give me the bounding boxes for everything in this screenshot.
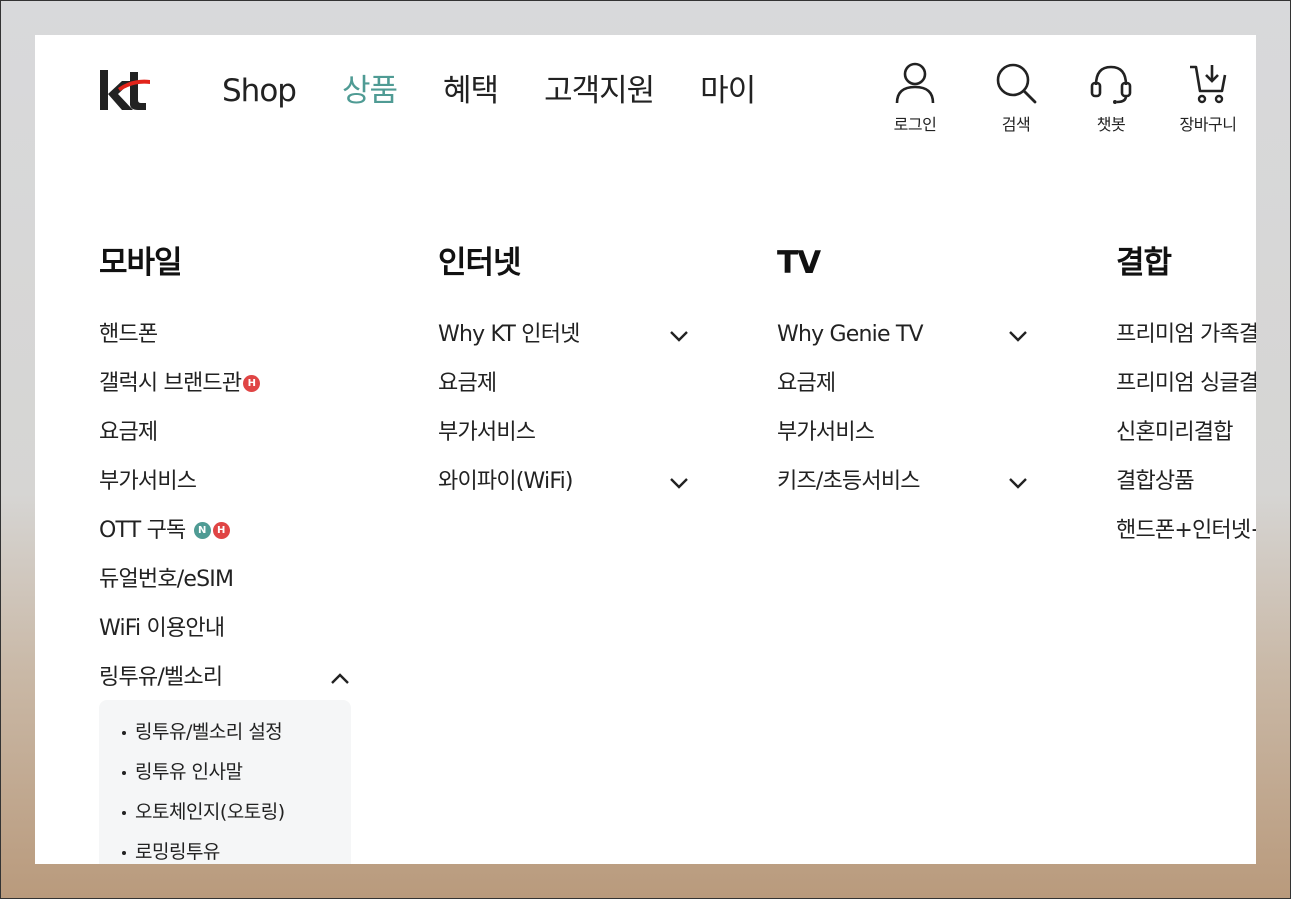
column-title-bundle: 결합 — [1116, 245, 1172, 281]
chevron-down-icon[interactable] — [668, 325, 690, 347]
menu-item-internet-addons[interactable]: 부가서비스 — [438, 417, 690, 466]
menu-item-label: 요금제 — [777, 371, 836, 396]
menu-item-premium-single[interactable]: 프리미엄 싱글결합 — [1116, 368, 1256, 417]
submenu-item[interactable]: 로밍링투유 — [99, 832, 351, 864]
menu-item-newlywed-bundle[interactable]: 신혼미리결합 — [1116, 417, 1256, 466]
menu-item-label: 부가서비스 — [99, 469, 197, 494]
menu-item-label: 갤럭시 브랜드관 — [99, 371, 242, 396]
menu-item-premium-family[interactable]: 프리미엄 가족결합 — [1116, 319, 1256, 368]
chevron-down-icon[interactable] — [1007, 325, 1029, 347]
menu-column-internet: 인터넷 Why KT 인터넷 요금제 부가서비스 와이파이(WiFi) — [438, 243, 690, 515]
menu-item-label: Why Genie TV — [777, 322, 924, 347]
menu-item-label: 핸드폰 — [99, 322, 158, 347]
chevron-down-icon[interactable] — [1007, 472, 1029, 494]
menu-item-internet-plans[interactable]: 요금제 — [438, 368, 690, 417]
user-icon — [895, 62, 935, 104]
menu-item-label: 결합상품 — [1116, 469, 1195, 494]
menu-item-ott[interactable]: OTT 구독 NH — [99, 515, 351, 564]
column-title-tv: TV — [777, 245, 821, 281]
menu-item-label: WiFi 이용안내 — [99, 616, 225, 641]
menu-item-label: 링투유/벨소리 — [99, 665, 223, 690]
cart-icon — [1190, 65, 1227, 104]
gnb-products[interactable]: 상품 — [342, 71, 398, 111]
menu-column-tv: TV Why Genie TV 요금제 부가서비스 키즈/초등서비스 — [777, 243, 1029, 515]
menu-item-label: 프리미엄 가족결합 — [1116, 322, 1256, 347]
menu-item-label: Why KT 인터넷 — [438, 322, 580, 347]
cart-button[interactable]: 장바구니 — [1168, 61, 1248, 135]
column-title-mobile: 모바일 — [99, 245, 183, 281]
menu-item-wifi-guide[interactable]: WiFi 이용안내 — [99, 613, 351, 662]
menu-item-label: 듀얼번호/eSIM — [99, 567, 234, 592]
login-button[interactable]: 로그인 — [875, 61, 955, 135]
search-label: 검색 — [1001, 115, 1031, 134]
menu-item-phone[interactable]: 핸드폰 — [99, 319, 351, 368]
menu-item-label: OTT 구독 — [99, 518, 186, 543]
kt-logo[interactable] — [98, 68, 150, 112]
hot-badge: H — [243, 375, 261, 392]
menu-item-plans[interactable]: 요금제 — [99, 417, 351, 466]
chevron-down-icon[interactable] — [668, 472, 690, 494]
menu-item-label: 신혼미리결합 — [1116, 420, 1233, 445]
new-badge: N — [193, 522, 211, 539]
menu-column-mobile: 모바일 핸드폰 갤럭시 브랜드관 H 요금제 부가서비스 OTT 구독 NH 듀얼… — [99, 243, 351, 711]
menu-item-kids-service[interactable]: 키즈/초등서비스 — [777, 466, 1029, 515]
global-nav: Shop 상품 혜택 고객지원 마이 — [222, 71, 801, 111]
menu-item-label: 프리미엄 싱글결합 — [1116, 371, 1256, 396]
gnb-support[interactable]: 고객지원 — [544, 71, 655, 111]
headset-icon — [1090, 65, 1132, 104]
chatbot-label: 챗봇 — [1096, 115, 1126, 134]
search-button[interactable]: 검색 — [976, 61, 1056, 135]
gnb-benefits[interactable]: 혜택 — [443, 71, 499, 111]
chevron-up-icon[interactable] — [329, 668, 351, 690]
menu-item-why-genie-tv[interactable]: Why Genie TV — [777, 319, 1029, 368]
menu-item-label: 요금제 — [99, 420, 158, 445]
cart-label: 장바구니 — [1179, 115, 1237, 134]
menu-item-why-kt-internet[interactable]: Why KT 인터넷 — [438, 319, 690, 368]
menu-item-label: 키즈/초등서비스 — [777, 469, 921, 494]
menu-item-tv-addons[interactable]: 부가서비스 — [777, 417, 1029, 466]
menu-item-label: 부가서비스 — [438, 420, 536, 445]
menu-item-label: 핸드폰+인터넷+TV — [1116, 518, 1256, 543]
ringtoyou-submenu: 링투유/벨소리 설정 링투유 인사말 오토체인지(오토링) 로밍링투유 — [99, 700, 351, 864]
menu-item-phone-internet-tv[interactable]: 핸드폰+인터넷+TV — [1116, 515, 1256, 564]
gnb-my[interactable]: 마이 — [700, 71, 756, 111]
menu-item-dual-esim[interactable]: 듀얼번호/eSIM — [99, 564, 351, 613]
menu-item-label: 와이파이(WiFi) — [438, 469, 573, 494]
hot-badge: H — [212, 522, 230, 539]
login-label: 로그인 — [893, 115, 937, 134]
search-icon — [996, 63, 1037, 104]
menu-item-galaxy-brand[interactable]: 갤럭시 브랜드관 H — [99, 368, 351, 417]
menu-item-addons[interactable]: 부가서비스 — [99, 466, 351, 515]
menu-item-bundle-products[interactable]: 결합상품 — [1116, 466, 1256, 515]
chatbot-button[interactable]: 챗봇 — [1071, 61, 1151, 135]
column-title-internet: 인터넷 — [438, 245, 522, 281]
menu-column-bundle: 결합 프리미엄 가족결합 프리미엄 싱글결합 신혼미리결합 결합상품 핸드폰+인… — [1116, 243, 1256, 564]
submenu-item[interactable]: 오토체인지(오토링) — [99, 792, 351, 832]
menu-item-wifi[interactable]: 와이파이(WiFi) — [438, 466, 690, 515]
mega-menu-panel: Shop 상품 혜택 고객지원 마이 로그인 검색 챗봇 장바구니 모바일 핸드… — [35, 35, 1256, 864]
menu-item-label: 요금제 — [438, 371, 497, 396]
submenu-item[interactable]: 링투유 인사말 — [99, 752, 351, 792]
gnb-shop[interactable]: Shop — [222, 71, 297, 111]
submenu-item[interactable]: 링투유/벨소리 설정 — [99, 712, 351, 752]
menu-item-label: 부가서비스 — [777, 420, 875, 445]
menu-item-tv-plans[interactable]: 요금제 — [777, 368, 1029, 417]
